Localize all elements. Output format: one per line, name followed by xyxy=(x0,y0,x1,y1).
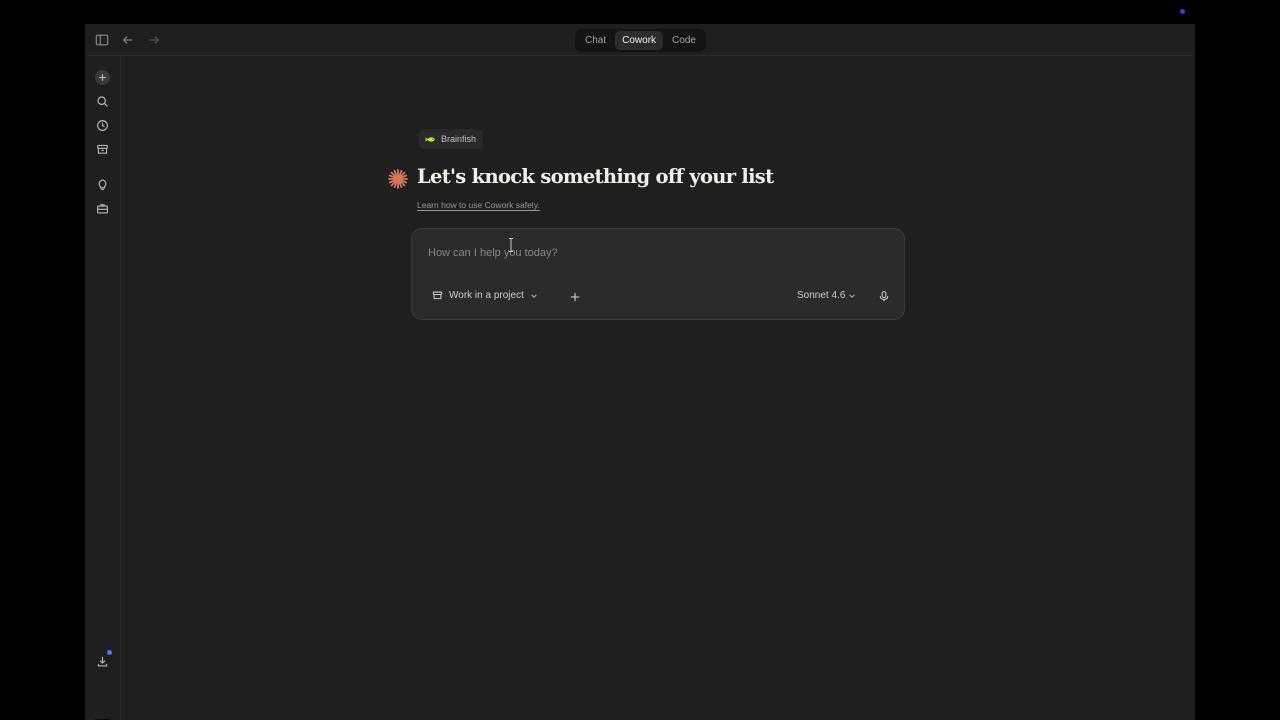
page-title: Let's knock something off your list xyxy=(417,165,774,188)
download-icon[interactable] xyxy=(95,650,112,669)
notification-dot xyxy=(107,650,112,655)
mode-tab-cowork[interactable]: Cowork xyxy=(615,31,664,50)
chevron-down-icon xyxy=(849,293,856,298)
prompt-input[interactable] xyxy=(426,240,870,266)
briefcase-icon[interactable] xyxy=(95,201,110,216)
plus-icon xyxy=(570,292,580,302)
archive-icon xyxy=(432,291,443,300)
fish-logo-icon xyxy=(425,136,435,142)
mode-tab-chat[interactable]: Chat xyxy=(578,31,613,50)
search-icon[interactable] xyxy=(95,94,110,109)
microphone-icon xyxy=(879,291,889,302)
recording-indicator xyxy=(1180,9,1185,14)
clock-icon[interactable] xyxy=(95,118,110,133)
spark-logo-icon xyxy=(388,169,408,189)
project-label: Work in a project xyxy=(449,290,524,301)
mode-switcher: Chat Cowork Code xyxy=(575,29,706,52)
title-bar: Chat Cowork Code xyxy=(85,24,1195,56)
sidebar-toggle-icon[interactable] xyxy=(94,32,110,48)
archive-icon[interactable] xyxy=(95,142,110,157)
model-selector[interactable]: Sonnet 4.6 xyxy=(797,290,856,301)
add-attachment-button[interactable] xyxy=(568,290,582,304)
forward-arrow-icon[interactable] xyxy=(146,32,162,48)
app-window: Chat Cowork Code Brainfish Let's knock s… xyxy=(85,24,1195,720)
new-task-plus-icon[interactable] xyxy=(95,70,110,85)
work-in-project-button[interactable]: Work in a project xyxy=(432,290,538,301)
model-label: Sonnet 4.6 xyxy=(797,290,846,301)
org-chip[interactable]: Brainfish xyxy=(419,129,484,149)
text-cursor-icon xyxy=(509,238,513,252)
learn-cowork-safety-link[interactable]: Learn how to use Cowork safely. xyxy=(417,200,540,210)
sidebar xyxy=(85,56,121,720)
org-name: Brainfish xyxy=(441,134,477,144)
chevron-down-icon xyxy=(531,293,537,298)
composer: Work in a project Sonnet 4.6 xyxy=(411,228,905,320)
mode-tab-code[interactable]: Code xyxy=(665,31,703,50)
lightbulb-icon[interactable] xyxy=(95,177,110,192)
back-arrow-icon[interactable] xyxy=(120,32,136,48)
microphone-button[interactable] xyxy=(877,289,891,304)
